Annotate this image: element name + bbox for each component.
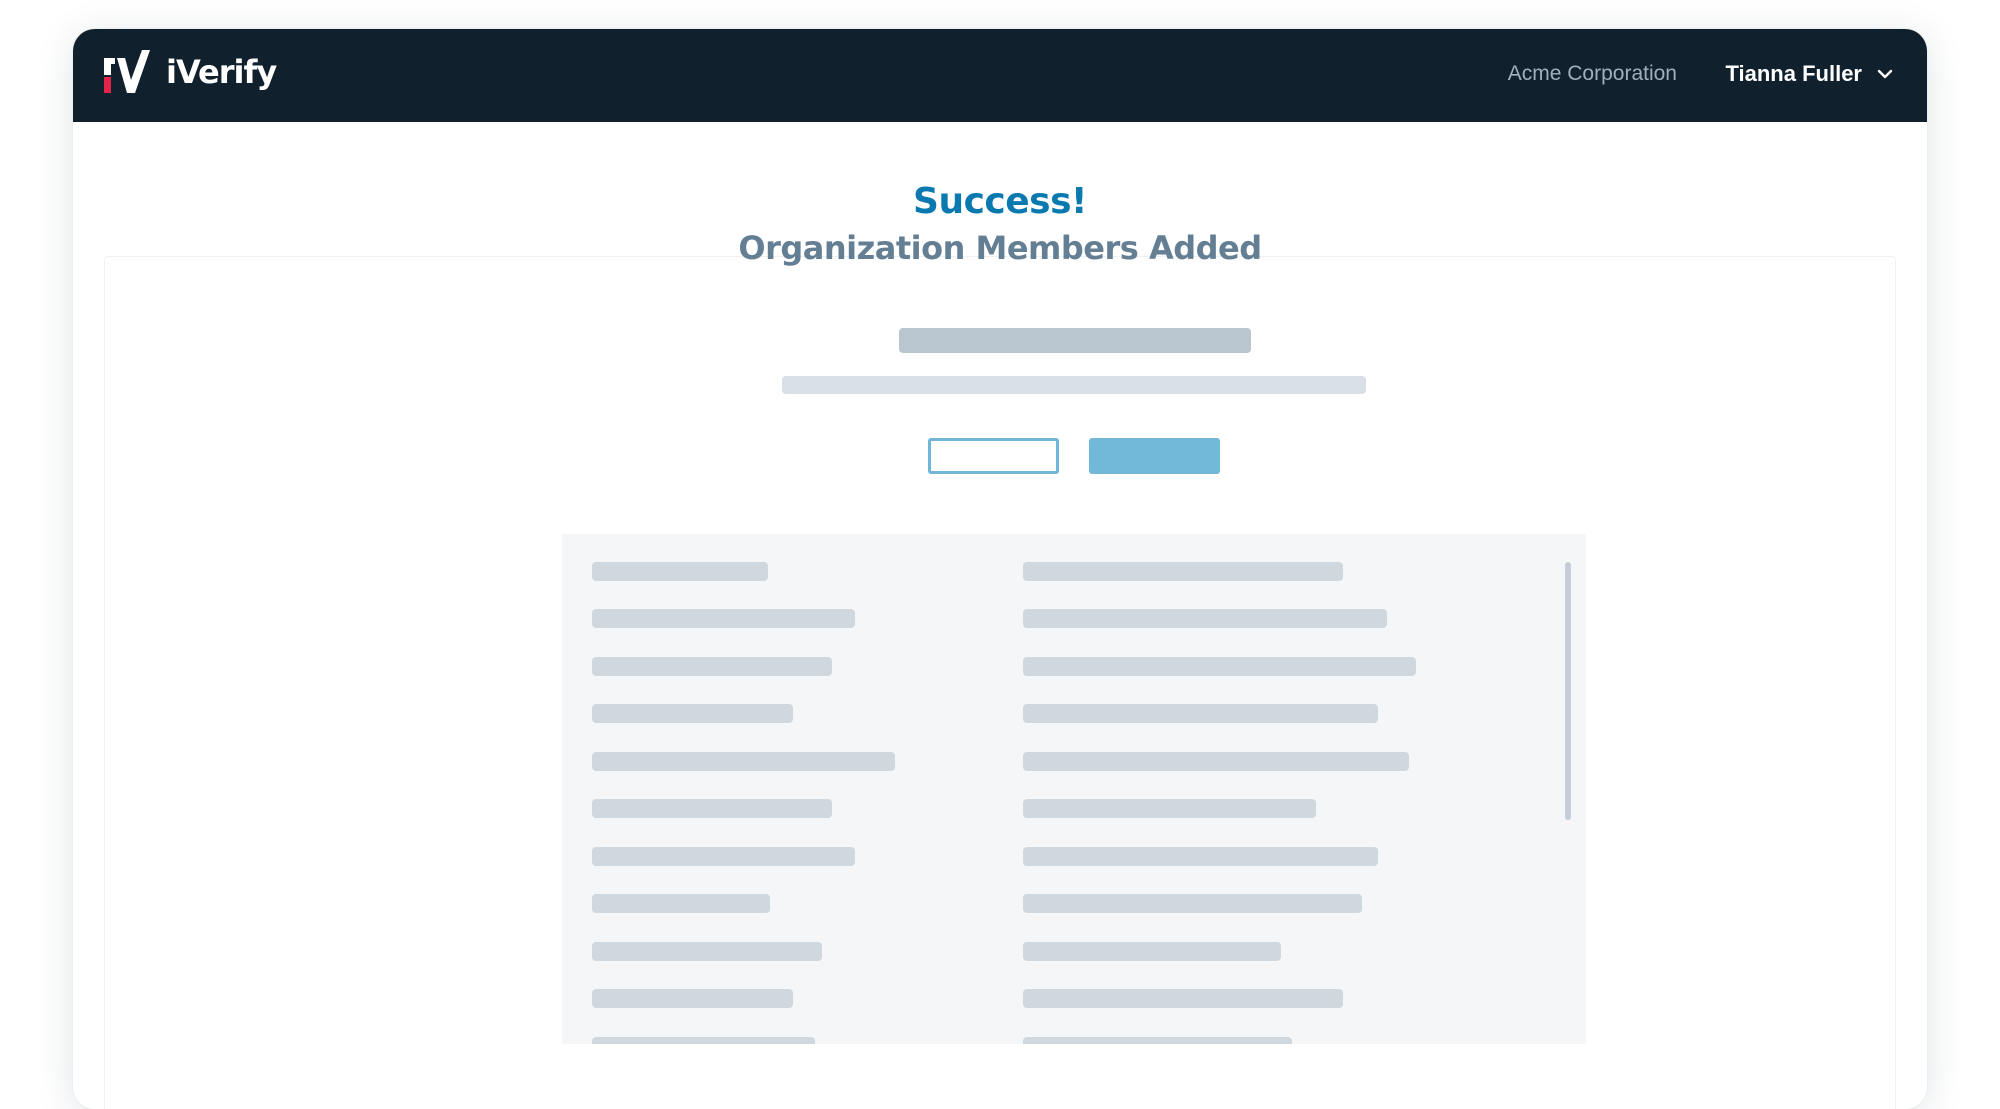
member-email-placeholder xyxy=(1023,609,1387,628)
member-email-placeholder xyxy=(1023,799,1316,818)
member-name-placeholder xyxy=(592,799,832,818)
app-window: iVerify Acme Corporation Tianna Fuller S… xyxy=(73,29,1927,1109)
placeholder-heading xyxy=(899,328,1251,353)
members-list-panel[interactable] xyxy=(562,534,1586,1044)
member-email-placeholder xyxy=(1023,657,1416,676)
member-name-placeholder xyxy=(592,894,770,913)
success-subtitle: Organization Members Added xyxy=(738,229,1262,267)
chevron-down-icon[interactable] xyxy=(1876,65,1894,83)
primary-button[interactable] xyxy=(1089,438,1220,474)
member-name-placeholder xyxy=(592,847,855,866)
member-email-placeholder xyxy=(1023,989,1343,1008)
member-email-placeholder xyxy=(1023,942,1281,961)
member-name-placeholder xyxy=(592,989,793,1008)
member-name-placeholder xyxy=(592,942,822,961)
member-name-placeholder xyxy=(592,752,895,771)
members-scrollbar[interactable] xyxy=(1565,562,1571,820)
iverify-logo-icon[interactable] xyxy=(103,50,151,94)
member-name-placeholder xyxy=(592,704,793,723)
member-email-placeholder xyxy=(1023,894,1362,913)
organization-name[interactable]: Acme Corporation xyxy=(1508,62,1677,86)
member-name-placeholder xyxy=(592,657,832,676)
placeholder-description xyxy=(782,376,1366,394)
member-email-placeholder xyxy=(1023,1037,1292,1044)
top-navigation-bar: iVerify Acme Corporation Tianna Fuller xyxy=(73,29,1927,122)
member-email-placeholder xyxy=(1023,752,1409,771)
member-name-placeholder xyxy=(592,609,855,628)
member-email-placeholder xyxy=(1023,562,1343,581)
member-name-placeholder xyxy=(592,1037,815,1044)
member-email-placeholder xyxy=(1023,847,1378,866)
success-title: Success! xyxy=(913,181,1087,222)
member-email-placeholder xyxy=(1023,704,1378,723)
user-name[interactable]: Tianna Fuller xyxy=(1725,61,1862,87)
secondary-button[interactable] xyxy=(928,438,1059,474)
brand-name[interactable]: iVerify xyxy=(166,53,277,91)
member-name-placeholder xyxy=(592,562,768,581)
user-menu[interactable]: Tianna Fuller xyxy=(1725,59,1894,89)
